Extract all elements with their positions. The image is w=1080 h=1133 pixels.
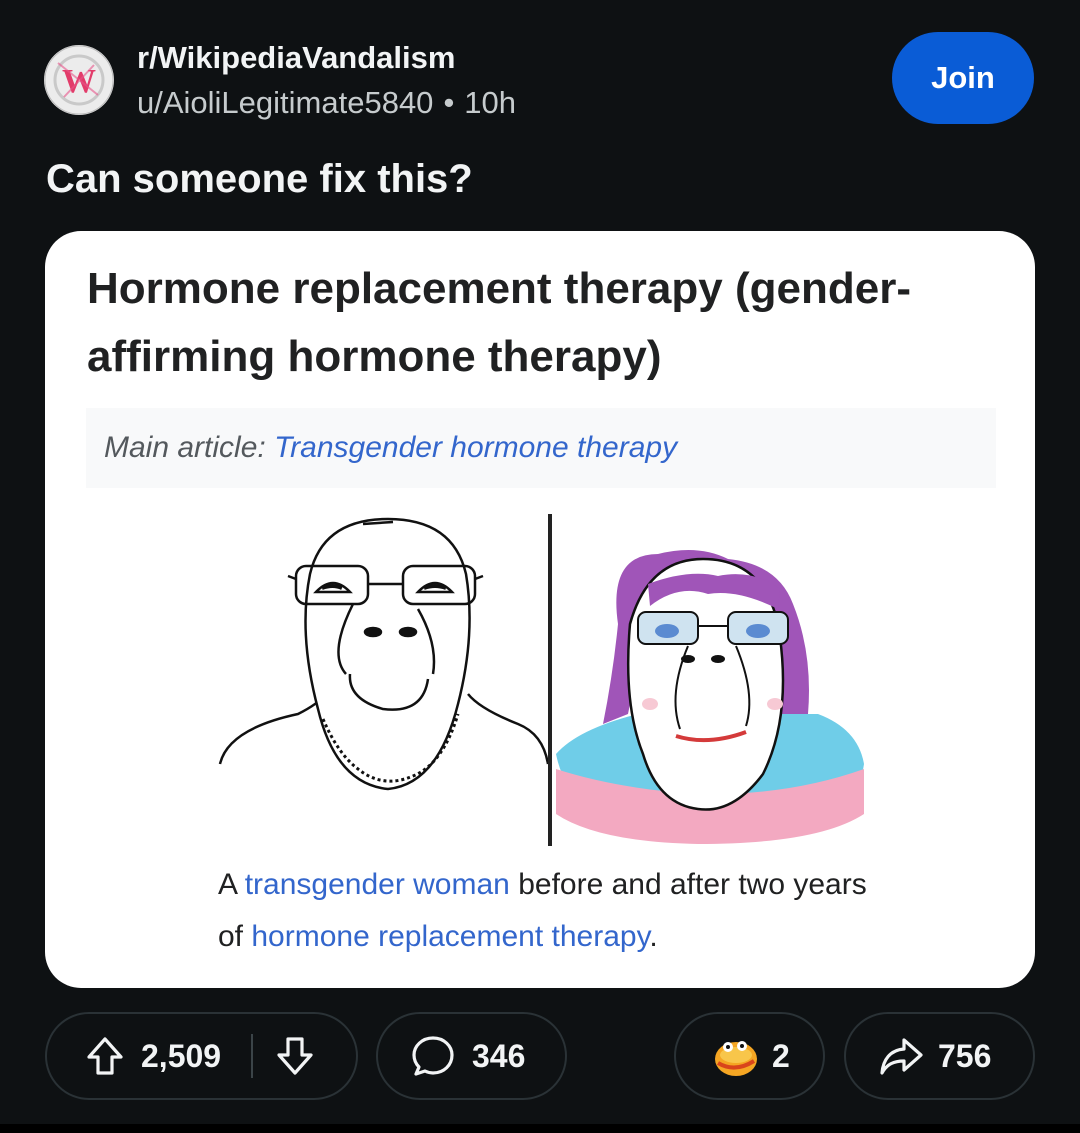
after-figure [556,550,864,844]
upvote-count: 2,509 [141,1037,222,1074]
join-button[interactable]: Join [892,32,1034,124]
share-count: 756 [938,1037,992,1074]
hatnote-prefix: Main article: [104,431,266,464]
bottom-edge [0,1124,1080,1133]
post-actions: 2,509 346 2 756 [0,1012,1080,1102]
wiki-hatnote: Main article: Transgender hormone therap… [86,408,996,488]
wiki-section-heading: Hormone replacement therapy (gender-affi… [87,264,911,381]
before-after-illustration [218,514,864,846]
share-button[interactable]: 756 [844,1012,1035,1100]
award-count: 2 [772,1037,790,1074]
awards-button[interactable]: 2 [674,1012,825,1100]
comment-icon [410,1033,456,1079]
meta-separator: • [443,85,455,120]
share-icon [878,1034,924,1078]
author-name[interactable]: u/AioliLegitimate5840 [137,85,433,120]
caption-text-1: A [218,868,245,901]
hatnote-link: Transgender hormone therapy [274,431,678,464]
before-figure [218,517,550,791]
caption-link-hrt: hormone replacement therapy [251,920,650,953]
post-image[interactable]: Hormone replacement therapy (gender-affi… [45,231,1035,988]
vote-divider [251,1034,254,1078]
upvote-icon[interactable] [83,1034,127,1078]
downvote-icon[interactable] [273,1034,317,1078]
comments-button[interactable]: 346 [376,1012,567,1100]
award-icon [710,1033,760,1079]
subreddit-avatar-icon[interactable]: W [44,45,114,115]
post-meta: u/AioliLegitimate5840 • 10h [137,85,516,121]
comment-count: 346 [472,1037,526,1074]
caption-text-3: . [649,920,658,953]
subreddit-name[interactable]: r/WikipediaVandalism [137,40,455,76]
caption-link-transgender-woman: transgender woman [244,868,510,901]
post-age: 10h [464,85,517,120]
post-title[interactable]: Can someone fix this? [46,157,473,202]
post-header: W r/WikipediaVandalism u/AioliLegitimate… [44,32,1036,130]
image-caption: A transgender woman before and after two… [218,859,898,963]
vote-bar: 2,509 [45,1012,358,1100]
